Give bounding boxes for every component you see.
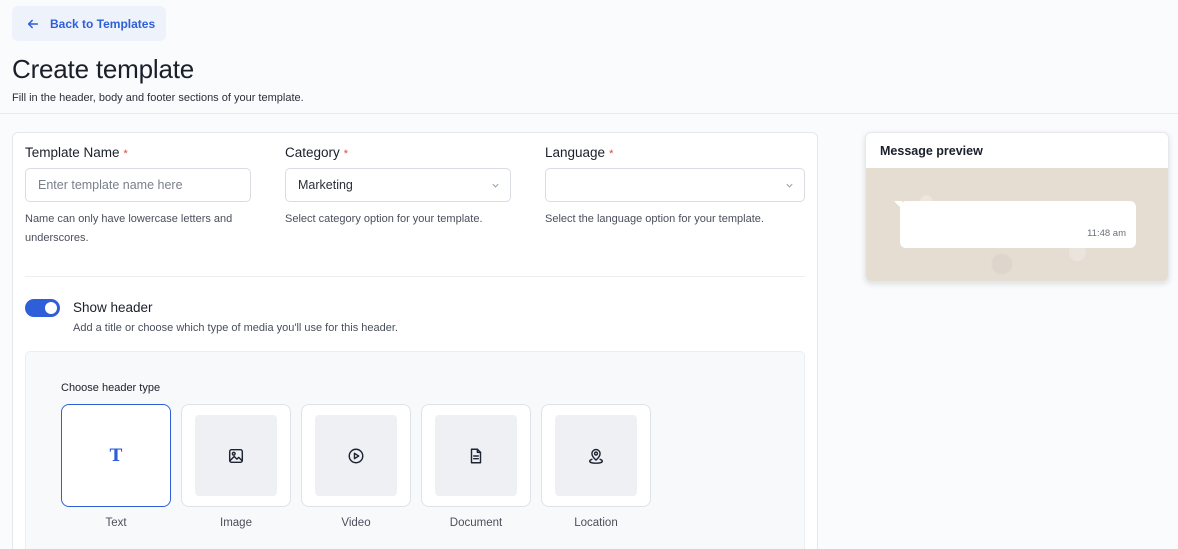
chevron-down-icon	[492, 183, 499, 188]
category-label: Category	[285, 145, 340, 160]
language-select[interactable]	[545, 168, 805, 202]
back-to-templates-button[interactable]: Back to Templates	[12, 6, 166, 41]
header-type-document: Document	[421, 404, 531, 529]
header-type-text: T Text	[61, 404, 171, 529]
section-divider	[25, 276, 805, 277]
category-value: Marketing	[298, 178, 353, 192]
required-indicator: *	[343, 148, 349, 160]
header-type-text-button[interactable]: T	[61, 404, 171, 507]
play-circle-icon	[348, 448, 364, 463]
template-name-input[interactable]: Enter template name here	[25, 168, 251, 202]
page-subtitle: Fill in the header, body and footer sect…	[12, 92, 304, 104]
header-type-label: Video	[341, 517, 371, 529]
header-type-image-button[interactable]	[181, 404, 291, 507]
template-name-placeholder: Enter template name here	[38, 178, 183, 192]
language-field: Language * Select the language option for…	[545, 145, 805, 229]
required-indicator: *	[123, 148, 128, 160]
language-help: Select the language option for your temp…	[545, 213, 764, 225]
image-icon	[228, 448, 244, 463]
header-type-location: Location	[541, 404, 651, 529]
message-preview-title: Message preview	[880, 144, 983, 158]
chevron-down-icon	[786, 183, 793, 188]
header-type-video: Video	[301, 404, 411, 529]
choose-header-type-label: Choose header type	[61, 382, 161, 394]
category-select[interactable]: Marketing	[285, 168, 511, 202]
template-name-field: Template Name * Enter template name here …	[25, 145, 251, 248]
message-preview-card: Message preview 11:48 am	[865, 132, 1169, 282]
header-type-label: Document	[449, 517, 503, 529]
location-pin-icon	[588, 448, 604, 464]
template-form-card: Template Name * Enter template name here …	[12, 132, 818, 549]
header-type-document-button[interactable]	[421, 404, 531, 507]
category-help: Select category option for your template…	[285, 213, 483, 225]
category-field: Category * Marketing Select category opti…	[285, 145, 511, 229]
show-header-toggle[interactable]	[25, 299, 60, 317]
header-type-label: Text	[105, 517, 127, 529]
header-type-image: Image	[181, 404, 291, 529]
document-icon	[470, 448, 482, 463]
show-header-label: Show header	[73, 300, 153, 315]
language-label: Language	[545, 145, 606, 160]
header-type-label: Image	[220, 517, 252, 529]
header-type-location-button[interactable]	[541, 404, 651, 507]
text-t-icon: T	[109, 445, 123, 466]
message-time: 11:48 am	[1087, 228, 1126, 239]
arrow-left-icon	[27, 19, 39, 28]
toggle-knob	[45, 302, 57, 314]
message-bubble: 11:48 am	[900, 201, 1136, 248]
header-type-panel: Choose header type T Text Image Video Do…	[25, 351, 805, 549]
header-type-label: Location	[574, 517, 618, 529]
required-indicator: *	[609, 148, 614, 160]
header-type-video-button[interactable]	[301, 404, 411, 507]
template-name-help: Name can only have lowercase letters and…	[25, 213, 233, 244]
template-name-label: Template Name	[25, 145, 120, 160]
page-title: Create template	[12, 54, 194, 84]
show-header-description: Add a title or choose which type of medi…	[73, 322, 398, 334]
back-button-label: Back to Templates	[50, 16, 156, 31]
top-divider	[0, 113, 1178, 114]
chat-background: 11:48 am	[866, 168, 1168, 281]
